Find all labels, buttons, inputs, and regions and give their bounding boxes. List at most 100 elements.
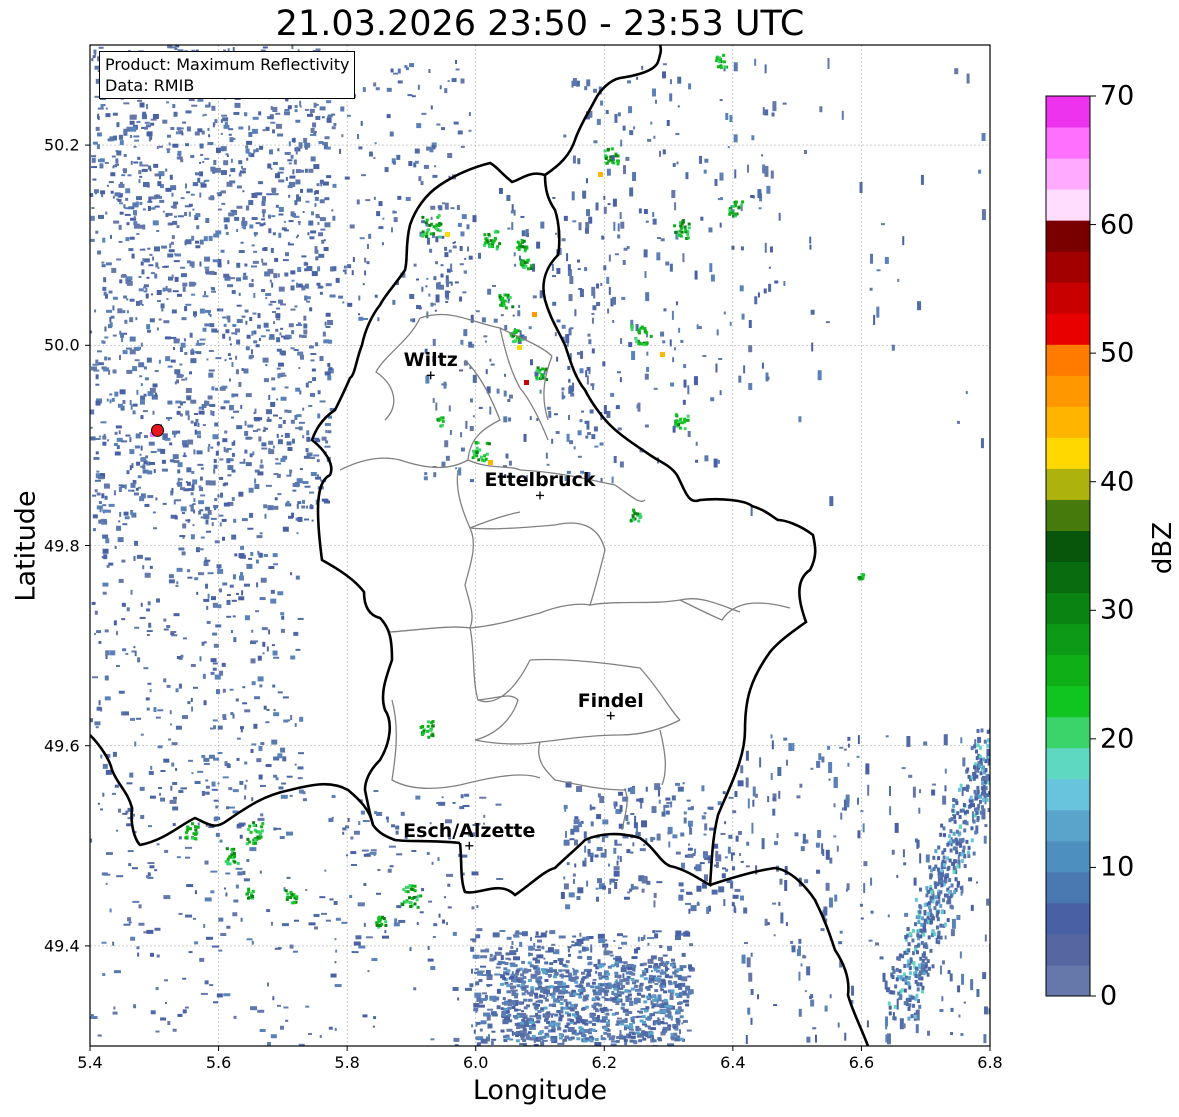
echo-pixel — [432, 397, 435, 403]
echo-pixel — [108, 181, 114, 184]
echo-pixel — [536, 954, 544, 959]
echo-pixel — [573, 878, 576, 884]
echo-pixel — [300, 144, 303, 149]
echo-pixel — [520, 215, 525, 218]
echo-pixel — [95, 230, 99, 234]
echo-pixel — [347, 817, 350, 822]
echo-pixel — [510, 989, 518, 992]
echo-pixel — [460, 339, 464, 345]
echo-pixel — [644, 1031, 649, 1035]
echo-pixel — [605, 1021, 610, 1025]
echo-pixel — [804, 990, 807, 993]
echo-pixel — [563, 883, 569, 890]
echo-pixel — [233, 637, 237, 643]
echo-pixel — [167, 288, 172, 293]
echo-pixel — [445, 279, 449, 288]
echo-pixel — [296, 194, 300, 198]
echo-pixel — [376, 211, 381, 217]
echo-pixel — [260, 742, 265, 746]
echo-pixel — [1002, 735, 1005, 739]
echo-pixel — [600, 282, 603, 286]
echo-pixel — [378, 201, 383, 207]
echo-pixel — [937, 940, 941, 945]
echo-pixel — [982, 814, 986, 819]
echo-pixel — [211, 105, 216, 111]
echo-pixel — [942, 898, 946, 903]
echo-pixel — [395, 825, 400, 830]
echo-pixel — [240, 404, 243, 409]
echo-pixel — [212, 434, 219, 440]
echo-pixel — [651, 998, 656, 1002]
echo-pixel — [388, 845, 396, 848]
echo-pixel — [952, 797, 956, 802]
echo-pixel — [206, 530, 212, 533]
echo-pixel — [629, 1002, 634, 1006]
echo-pixel — [566, 433, 570, 442]
echo-pixel — [90, 238, 95, 242]
echo-pixel — [551, 992, 556, 996]
echo-pixel — [242, 870, 246, 875]
echo-pixel — [272, 129, 276, 134]
echo-pixel — [986, 729, 990, 734]
echo-pixel — [280, 327, 284, 330]
echo-pixel — [223, 400, 230, 404]
echo-pixel — [325, 312, 331, 317]
echo-pixel — [718, 886, 725, 893]
echo-pixel — [584, 845, 587, 853]
echo-pixel — [132, 410, 136, 415]
echo-pixel — [125, 237, 130, 242]
echo-pixel — [189, 371, 193, 375]
echo-pixel — [462, 291, 467, 294]
echo-pixel — [90, 1015, 98, 1019]
echo-pixel — [296, 324, 303, 327]
echo-pixel — [204, 157, 210, 160]
echo-pixel — [967, 850, 971, 855]
echo-pixel — [351, 270, 354, 276]
radar-map[interactable] — [0, 0, 1179, 1117]
echo-pixel — [130, 936, 136, 941]
echo-pixel — [221, 518, 227, 522]
echo-pixel — [367, 970, 370, 973]
echo-pixel — [560, 891, 565, 899]
echo-pixel — [607, 203, 611, 206]
echo-pixel — [132, 489, 135, 492]
echo-pixel — [768, 283, 772, 292]
echo-pixel — [953, 859, 957, 864]
echo-pixel — [314, 202, 317, 207]
echo-pixel — [694, 848, 697, 854]
echo-pixel — [603, 950, 610, 956]
echo-pixel — [142, 565, 145, 570]
echo-pixel — [596, 847, 603, 852]
echo-pixel — [201, 754, 206, 758]
echo-pixel — [170, 459, 175, 463]
echo-pixel — [291, 512, 295, 518]
echo-pixel — [318, 232, 324, 237]
echo-pixel — [133, 1004, 137, 1009]
echo-pixel — [660, 971, 665, 975]
echo-pixel — [783, 281, 786, 287]
echo-pixel — [441, 235, 445, 239]
echo-pixel — [103, 367, 110, 372]
echo-pixel — [263, 554, 268, 558]
echo-pixel — [857, 797, 860, 805]
echo-pixel — [112, 135, 117, 141]
echo-pixel — [426, 851, 430, 855]
echo-pixel — [733, 62, 738, 72]
echo-pixel — [421, 220, 426, 224]
echo-pixel — [112, 941, 115, 946]
echo-pixel — [182, 1009, 187, 1014]
echo-pixel — [248, 131, 253, 137]
echo-pixel — [218, 514, 224, 517]
echo-pixel — [218, 588, 222, 593]
echo-pixel — [996, 774, 999, 778]
echo-pixel — [516, 947, 519, 952]
echo-pixel — [441, 202, 445, 205]
echo-pixel — [130, 160, 133, 165]
echo-pixel — [911, 995, 915, 1000]
echo-pixel — [226, 925, 231, 929]
echo-pixel — [100, 190, 106, 195]
echo-pixel — [317, 285, 323, 289]
echo-pixel — [991, 770, 994, 774]
echo-pixel — [346, 854, 349, 857]
echo-pixel — [131, 867, 138, 870]
